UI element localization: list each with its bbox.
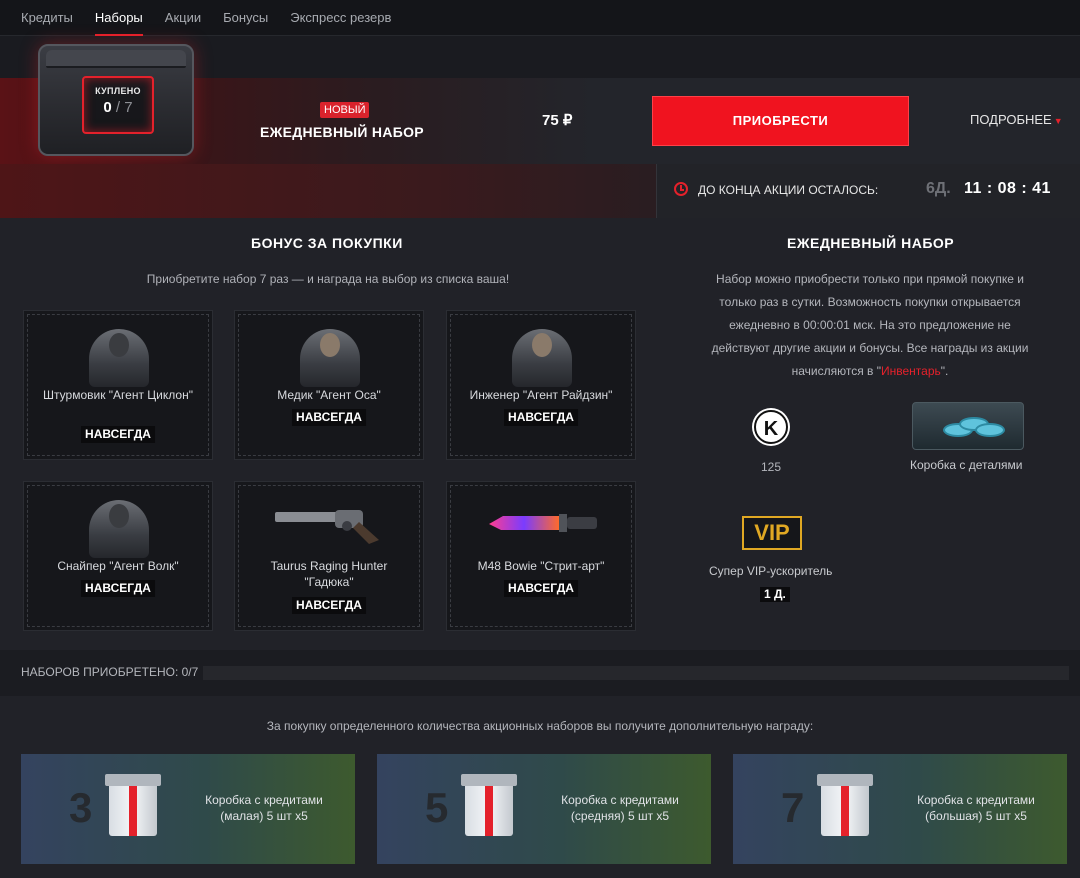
duration-badge: НАВСЕГДА [81,426,155,443]
reward-card-medic[interactable]: Медик "Агент Оса" НАВСЕГДА [234,310,424,460]
bought-label: КУПЛЕНО [95,86,141,96]
tier-count: 3 [69,784,93,831]
duration-badge: НАВСЕГДА [504,409,578,426]
crate-image: КУПЛЕНО 0 / 7 [38,44,194,156]
buy-button[interactable]: ПРИОБРЕСТИ [652,96,909,146]
tier-reward-detail: (большая) 5 шт x5 [925,809,1027,823]
timer-days: 6Д. [926,180,951,197]
duration-badge: НАВСЕГДА [504,580,578,597]
bought-total-value: 7 [124,99,133,116]
k-amount: 125 [761,460,782,474]
medic-agent-portrait [300,329,360,387]
reward-card-sniper[interactable]: Снайпер "Агент Волк" НАВСЕГДА [23,481,213,631]
reward-card-knife[interactable]: M48 Bowie "Стрит-арт" НАВСЕГДА [446,481,636,631]
reward-name: Инженер "Агент Райдзин" [469,388,613,402]
timer-value: 11 : 08 : 41 [964,180,1051,197]
knife-image [489,514,597,532]
tier-reward-text: Коробка с кредитами (большая) 5 шт x5 [901,792,1051,824]
caret-down-icon: ▼ [1053,116,1063,126]
reward-card-revolver[interactable]: Taurus Raging Hunter "Гадюка" НАВСЕГДА [234,481,424,631]
duration-badge: НАВСЕГДА [292,409,366,426]
revolver-image [275,510,379,544]
engineer-agent-portrait [512,329,572,387]
tier-reward-name: Коробка с кредитами [561,793,679,807]
parts-box-label: Коробка с деталями [910,458,1023,472]
tier-reward-name: Коробка с кредитами [205,793,323,807]
vip-icon: VIP [742,516,802,550]
parts-box-image [912,402,1024,450]
tier-reward-text: Коробка с кредитами (средняя) 5 шт x5 [545,792,695,824]
tier-count: 5 [425,784,449,831]
tab-promotions[interactable]: Акции [165,0,201,36]
tier-reward-name: Коробка с кредитами [917,793,1035,807]
crate-lid [46,50,186,68]
tab-credits[interactable]: Кредиты [21,0,73,36]
clock-icon [674,182,688,196]
tab-packs[interactable]: Наборы [94,0,143,36]
tier-reward-detail: (средняя) 5 шт x5 [570,809,670,823]
k-currency-icon: K [754,410,788,444]
reward-card-assault[interactable]: Штурмовик "Агент Циклон" НАВСЕГДА [23,310,213,460]
tab-bonuses[interactable]: Бонусы [223,0,268,36]
inventory-link[interactable]: Инвентарь [881,364,941,378]
reward-name: M48 Bowie "Стрит-арт" [477,559,605,573]
tab-express-reserve[interactable]: Экспресс резерв [290,0,391,36]
tier-reward-detail: (малая) 5 шт x5 [220,809,308,823]
bonus-title: БОНУС ЗА ПОКУПКИ [251,235,403,251]
more-link[interactable]: ПОДРОБНЕЕ ▼ [970,112,1063,127]
pack-name: ЕЖЕДНЕВНЫЙ НАБОР [260,124,424,140]
tier-count: 7 [781,784,805,831]
reward-name: Штурмовик "Агент Циклон" [43,388,193,402]
reward-name: Медик "Агент Оса" [277,388,381,402]
credits-box-icon [105,774,161,836]
credits-box-icon [817,774,873,836]
bonus-subtitle: Приобретите набор 7 раз — и награда на в… [146,272,510,286]
vip-label: Супер VIP-ускоритель [709,564,833,578]
reward-name: Снайпер "Агент Волк" [57,559,179,573]
pack-price: 75 ₽ [542,112,573,129]
daily-description: Набор можно приобрести только при прямой… [700,268,1040,383]
daily-description-text: Набор можно приобрести только при прямой… [711,272,1029,378]
bought-counter: КУПЛЕНО 0 / 7 [82,76,154,134]
timer-label: ДО КОНЦА АКЦИИ ОСТАЛОСЬ: [698,183,879,197]
sniper-agent-portrait [89,500,149,558]
more-link-label: ПОДРОБНЕЕ [970,112,1052,127]
daily-title: ЕЖЕДНЕВНЫЙ НАБОР [787,235,955,251]
duration-badge: НАВСЕГДА [292,597,366,614]
tier-reward-card[interactable]: 7 Коробка с кредитами (большая) 5 шт x5 [733,754,1067,864]
daily-description-end: ". [940,364,949,378]
tier-reward-card[interactable]: 5 Коробка с кредитами (средняя) 5 шт x5 [377,754,711,864]
progress-bar [203,666,1069,680]
reward-card-engineer[interactable]: Инженер "Агент Райдзин" НАВСЕГДА [446,310,636,460]
tier-reward-card[interactable]: 3 Коробка с кредитами (малая) 5 шт x5 [21,754,355,864]
duration-badge: НАВСЕГДА [81,580,155,597]
reward-name: Taurus Raging Hunter "Гадюка" [270,559,388,589]
tier-rewards-intro: За покупку определенного количества акци… [266,719,814,733]
tier-reward-text: Коробка с кредитами (малая) 5 шт x5 [189,792,339,824]
new-badge: НОВЫЙ [320,102,370,118]
credits-box-icon [461,774,517,836]
top-nav: Кредиты Наборы Акции Бонусы Экспресс рез… [0,0,1080,36]
bought-count-value: 0 [103,99,112,116]
assault-agent-portrait [89,329,149,387]
vip-duration-badge: 1 Д. [760,587,790,602]
bought-count: 0 / 7 [103,99,133,116]
progress-label: НАБОРОВ ПРИОБРЕТЕНО: 0/7 [21,665,199,679]
